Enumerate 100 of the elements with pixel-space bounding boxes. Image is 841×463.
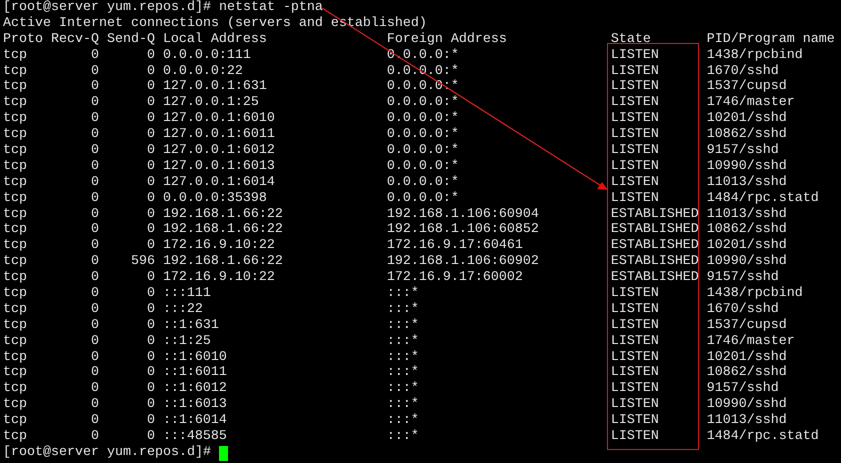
recv-queue-cell: 0: [90, 238, 99, 254]
state-cell: LISTEN: [610, 365, 659, 380]
foreign-address-cell: 172.16.9.17:60461: [386, 238, 523, 254]
foreign-address-cell: 0.0.0.0:*: [386, 95, 459, 110]
send-queue-cell: 0: [146, 238, 155, 254]
send-queue-cell: 0: [146, 270, 155, 286]
local-address-cell: 127.0.0.1:6013: [162, 158, 275, 174]
foreign-address-cell: 0.0.0.0:*: [386, 143, 459, 158]
foreign-address-cell: :::*: [386, 429, 419, 444]
local-address-cell: 127.0.0.1:6011: [162, 127, 275, 142]
shell-prompt: [root@server yum.repos.d]#: [3, 444, 211, 461]
program-cell: 1746/master: [706, 334, 795, 349]
program-cell: 1670/sshd: [706, 302, 779, 317]
program-cell: 10862/sshd: [706, 222, 787, 238]
state-cell: LISTEN: [610, 79, 659, 94]
protocol-cell: tcp: [3, 79, 27, 94]
send-queue-cell: 596: [130, 254, 155, 270]
recv-queue-cell: 0: [90, 270, 99, 286]
foreign-address-cell: 0.0.0.0:*: [386, 111, 459, 126]
send-queue-cell: 0: [146, 111, 155, 126]
send-queue-cell: 0: [146, 174, 155, 190]
protocol-cell: tcp: [3, 190, 27, 206]
state-cell: LISTEN: [610, 318, 659, 333]
recv-queue-cell: 0: [90, 381, 99, 396]
protocol-cell: tcp: [3, 64, 27, 79]
protocol-cell: tcp: [3, 350, 27, 365]
send-queue-cell: 0: [146, 95, 155, 110]
column-header: Local Address: [162, 32, 267, 47]
send-queue-cell: 0: [146, 158, 155, 174]
foreign-address-cell: :::*: [386, 286, 419, 302]
local-address-cell: 192.168.1.66:22: [162, 206, 283, 222]
recv-queue-cell: 0: [90, 222, 99, 238]
local-address-cell: ::1:6010: [162, 350, 227, 365]
column-header: Foreign Address: [386, 32, 507, 47]
foreign-address-cell: 0.0.0.0:*: [386, 127, 459, 142]
local-address-cell: :::48585: [162, 429, 227, 444]
recv-queue-cell: 0: [90, 95, 99, 110]
state-cell: LISTEN: [610, 302, 659, 317]
program-cell: 11013/sshd: [706, 174, 787, 190]
recv-queue-cell: 0: [90, 190, 99, 206]
local-address-cell: 172.16.9.10:22: [162, 238, 275, 254]
recv-queue-cell: 0: [90, 302, 99, 317]
column-header: Recv-Q: [50, 32, 99, 47]
protocol-cell: tcp: [3, 413, 27, 428]
foreign-address-cell: :::*: [386, 350, 419, 365]
state-cell: LISTEN: [610, 334, 659, 349]
program-cell: 9157/sshd: [706, 381, 779, 396]
command-text: netstat -ptna: [218, 0, 323, 16]
state-cell: LISTEN: [610, 48, 659, 63]
send-queue-cell: 0: [146, 143, 155, 158]
state-cell: LISTEN: [610, 158, 659, 174]
recv-queue-cell: 0: [90, 158, 99, 174]
shell-prompt: [root@server yum.repos.d]#: [3, 0, 211, 16]
foreign-address-cell: 0.0.0.0:*: [386, 174, 459, 190]
foreign-address-cell: 192.168.1.106:60902: [386, 254, 539, 270]
program-cell: 10201/sshd: [706, 238, 787, 254]
foreign-address-cell: :::*: [386, 413, 419, 428]
recv-queue-cell: 0: [90, 206, 99, 222]
protocol-cell: tcp: [3, 365, 27, 380]
recv-queue-cell: 0: [90, 318, 99, 333]
foreign-address-cell: :::*: [386, 365, 419, 380]
send-queue-cell: 0: [146, 381, 155, 396]
recv-queue-cell: 0: [90, 365, 99, 380]
state-cell: LISTEN: [610, 429, 659, 444]
protocol-cell: tcp: [3, 318, 27, 333]
column-header: Proto: [3, 32, 43, 47]
local-address-cell: ::1:631: [162, 318, 219, 333]
protocol-cell: tcp: [3, 270, 27, 286]
send-queue-cell: 0: [146, 127, 155, 142]
recv-queue-cell: 0: [90, 174, 99, 190]
recv-queue-cell: 0: [90, 111, 99, 126]
recv-queue-cell: 0: [90, 397, 99, 412]
state-cell: ESTABLISHED: [610, 206, 699, 222]
foreign-address-cell: :::*: [386, 381, 419, 396]
foreign-address-cell: 192.168.1.106:60904: [386, 206, 539, 222]
local-address-cell: 172.16.9.10:22: [162, 270, 275, 286]
local-address-cell: 0.0.0.0:35398: [162, 190, 267, 206]
foreign-address-cell: 0.0.0.0:*: [386, 158, 459, 174]
program-cell: 10201/sshd: [706, 350, 787, 365]
send-queue-cell: 0: [146, 79, 155, 94]
program-cell: 1484/rpc.statd: [706, 190, 819, 206]
state-cell: ESTABLISHED: [610, 270, 699, 286]
local-address-cell: :::111: [162, 286, 211, 302]
foreign-address-cell: :::*: [386, 318, 419, 333]
send-queue-cell: 0: [146, 429, 155, 444]
recv-queue-cell: 0: [90, 143, 99, 158]
recv-queue-cell: 0: [90, 254, 99, 270]
program-cell: 10862/sshd: [706, 127, 787, 142]
foreign-address-cell: 0.0.0.0:*: [386, 190, 459, 206]
state-cell: LISTEN: [610, 397, 659, 412]
local-address-cell: 192.168.1.66:22: [162, 222, 283, 238]
recv-queue-cell: 0: [90, 334, 99, 349]
protocol-cell: tcp: [3, 174, 27, 190]
protocol-cell: tcp: [3, 95, 27, 110]
send-queue-cell: 0: [146, 365, 155, 380]
send-queue-cell: 0: [146, 318, 155, 333]
local-address-cell: 0.0.0.0:22: [162, 64, 243, 79]
local-address-cell: 0.0.0.0:111: [162, 48, 251, 63]
program-cell: 10862/sshd: [706, 365, 787, 380]
foreign-address-cell: :::*: [386, 302, 419, 317]
